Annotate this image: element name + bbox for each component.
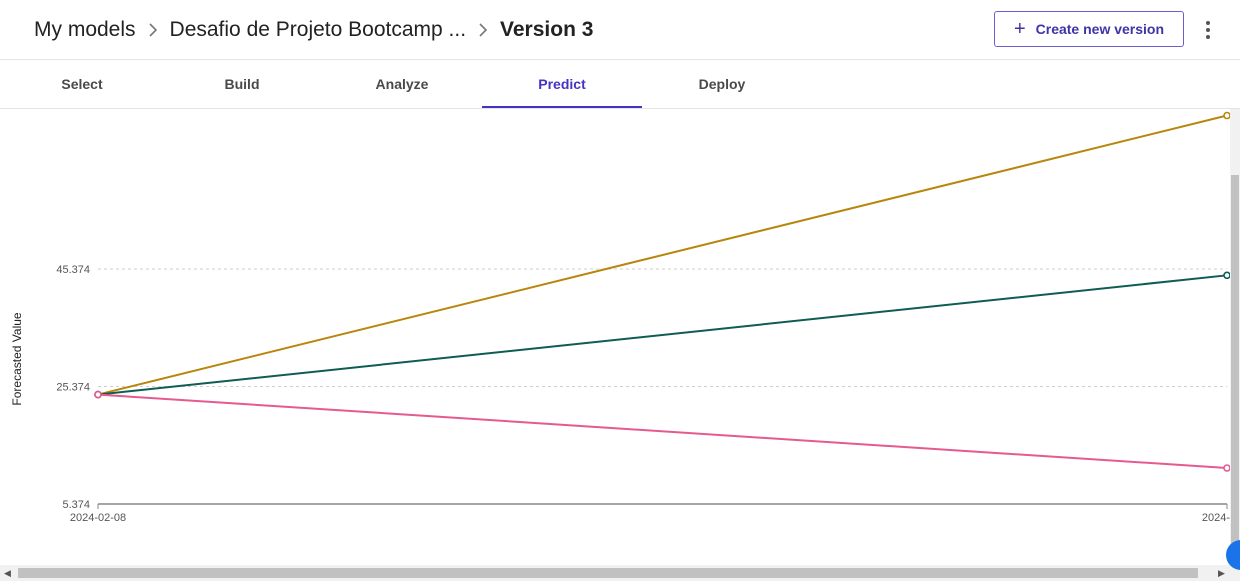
tab-build[interactable]: Build xyxy=(162,60,322,108)
chevron-right-icon xyxy=(136,22,170,38)
breadcrumb-version: Version 3 xyxy=(500,18,594,41)
tab-bar: Select Build Analyze Predict Deploy xyxy=(0,60,1240,109)
forecast-chart: Forecasted Value 5.374 25.374 45.374 2024-0… xyxy=(10,111,1230,524)
plus-icon: + xyxy=(1013,18,1026,40)
y-tick-label: 5.374 xyxy=(62,499,90,511)
horizontal-scrollbar-thumb[interactable] xyxy=(18,568,1198,578)
page-header: My models Desafio de Projeto Bootcamp ..… xyxy=(0,0,1240,60)
horizontal-scrollbar[interactable]: ◀ ▶ xyxy=(0,565,1240,581)
breadcrumb-project[interactable]: Desafio de Projeto Bootcamp ... xyxy=(170,18,467,42)
data-point-lower[interactable] xyxy=(94,390,102,399)
scroll-right-icon[interactable]: ▶ xyxy=(1218,568,1225,579)
chevron-right-icon xyxy=(466,22,500,38)
y-tick-label: 45.374 xyxy=(56,264,90,276)
tab-predict[interactable]: Predict xyxy=(482,60,642,108)
series-line-lower xyxy=(97,393,1228,470)
tab-deploy[interactable]: Deploy xyxy=(642,60,802,108)
tab-analyze[interactable]: Analyze xyxy=(322,60,482,108)
create-new-version-button[interactable]: + Create new version xyxy=(994,11,1184,47)
series-line-upper xyxy=(97,114,1228,396)
breadcrumb: My models Desafio de Projeto Bootcamp ..… xyxy=(34,0,593,60)
vertical-scrollbar[interactable] xyxy=(1230,109,1240,565)
breadcrumb-my-models[interactable]: My models xyxy=(34,18,136,42)
more-options-icon[interactable] xyxy=(1198,16,1218,44)
x-tick-label: 2024-02-08 xyxy=(70,512,126,524)
y-tick-label: 25.374 xyxy=(56,382,90,394)
series-line-mid xyxy=(97,274,1228,396)
create-new-version-label: Create new version xyxy=(1035,21,1165,37)
x-tick-label: 2024-02-0 xyxy=(1202,512,1230,524)
vertical-scrollbar-thumb[interactable] xyxy=(1231,175,1239,565)
scroll-left-icon[interactable]: ◀ xyxy=(4,568,11,579)
tab-select[interactable]: Select xyxy=(2,60,162,108)
y-axis-label: Forecasted Value xyxy=(10,312,24,405)
